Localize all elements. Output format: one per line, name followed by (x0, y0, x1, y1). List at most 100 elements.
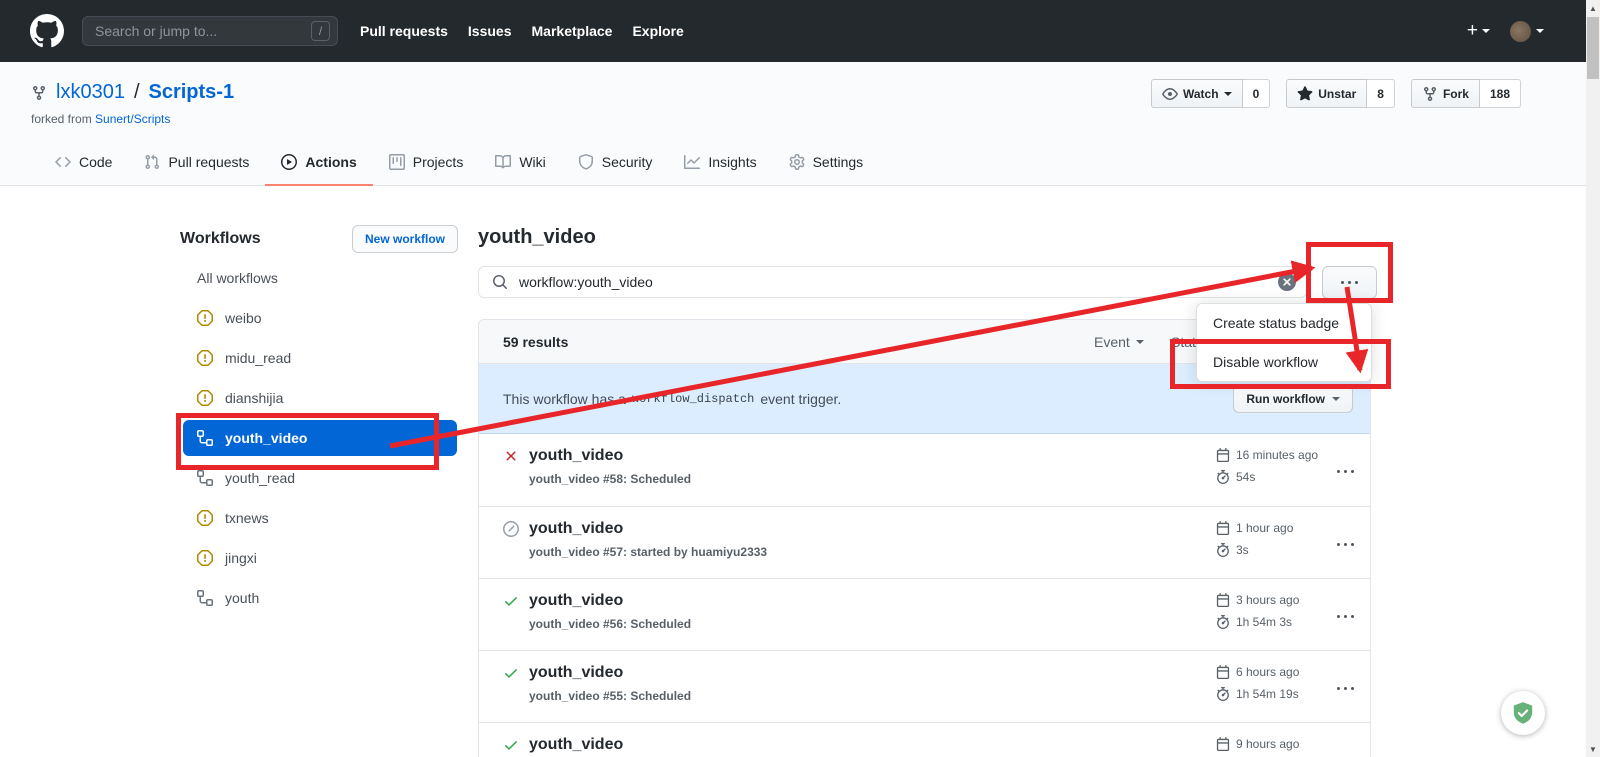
run-meta: 16 minutes ago54s (1216, 447, 1318, 485)
tab-insights[interactable]: Insights (668, 141, 772, 186)
run-time: 16 minutes ago (1236, 448, 1318, 462)
tab-pull-requests[interactable]: Pull requests (128, 141, 265, 186)
adguard-shield-button[interactable] (1501, 691, 1545, 735)
results-count: 59 results (503, 334, 568, 350)
tab-actions[interactable]: Actions (265, 141, 372, 186)
fork-icon (1422, 86, 1438, 102)
alert-icon (197, 510, 213, 526)
repo-unstar-count[interactable]: 8 (1367, 79, 1395, 108)
sidebar-item-label: weibo (225, 310, 262, 326)
repo-forked-icon (31, 85, 47, 101)
tab-wiki[interactable]: Wiki (479, 141, 561, 186)
run-options-button[interactable] (1335, 749, 1356, 757)
run-options-button[interactable] (1335, 605, 1356, 623)
tab-security[interactable]: Security (562, 141, 669, 186)
run-duration: 1h 54m 19s (1236, 687, 1299, 701)
run-workflow-button[interactable]: Run workflow (1233, 385, 1353, 413)
sidebar-item-youth-read[interactable]: youth_read (180, 458, 458, 498)
github-logo-icon[interactable] (30, 14, 64, 48)
run-title-link[interactable]: youth_video (529, 447, 623, 465)
user-menu[interactable] (1510, 21, 1544, 42)
tab-label: Pull requests (168, 154, 249, 170)
run-title-link[interactable]: youth_video (529, 592, 623, 610)
top-navbar: / Pull requestsIssuesMarketplaceExplore … (0, 0, 1600, 62)
run-time-line: 9 hours ago (1216, 736, 1299, 752)
repo-unstar-label: Unstar (1318, 87, 1356, 101)
repo-owner-link[interactable]: lxk0301 (56, 81, 125, 104)
nav-link-pull-requests[interactable]: Pull requests (360, 23, 448, 39)
code-icon (55, 154, 71, 170)
github-actions-page: / Pull requestsIssuesMarketplaceExplore … (0, 0, 1600, 757)
tab-code[interactable]: Code (39, 141, 128, 186)
notice-code: workflow_dispatch (632, 392, 754, 406)
run-title-link[interactable]: youth_video (529, 664, 623, 682)
run-options-button[interactable] (1335, 460, 1356, 478)
run-meta: 3 hours ago1h 54m 3s (1216, 592, 1299, 630)
sidebar-item-label: youth_video (225, 430, 307, 446)
workflow-run-row: youth_video 9 hours ago (479, 722, 1370, 757)
scrollbar-thumb[interactable] (1587, 17, 1599, 79)
workflow-options-button[interactable] (1322, 266, 1377, 299)
sidebar-item-youth[interactable]: youth (180, 578, 458, 618)
gear-icon (789, 154, 805, 170)
repo-unstar-button[interactable]: Unstar (1286, 79, 1367, 108)
search-icon (492, 274, 508, 290)
workflows-heading: Workflows (180, 230, 261, 248)
run-options-button[interactable] (1335, 533, 1356, 551)
repo-fork-label: Fork (1443, 87, 1469, 101)
global-search-input[interactable] (93, 22, 311, 40)
menu-item-disable-workflow[interactable]: Disable workflow (1197, 342, 1371, 381)
nav-link-issues[interactable]: Issues (468, 23, 512, 39)
runs-filter-input[interactable] (517, 273, 1269, 291)
global-search[interactable]: / (82, 16, 338, 46)
alert-icon (197, 550, 213, 566)
scroll-up-arrow[interactable]: ▲ (1586, 0, 1600, 16)
repo-fork-button[interactable]: Fork (1411, 79, 1480, 108)
new-workflow-button[interactable]: New workflow (352, 225, 458, 253)
sidebar-item-all-workflows[interactable]: All workflows (180, 258, 458, 298)
sidebar-item-label: midu_read (225, 350, 291, 366)
sidebar-item-jingxi[interactable]: jingxi (180, 538, 458, 578)
sidebar-item-label: youth (225, 590, 259, 606)
sidebar-item-youth-video[interactable]: youth_video (183, 420, 457, 456)
run-title-link[interactable]: youth_video (529, 736, 623, 754)
sidebar-item-dianshijia[interactable]: dianshijia (180, 378, 458, 418)
repo-watch-button[interactable]: Watch (1151, 79, 1243, 108)
repo-tab-nav: Code Pull requests Actions ProjectsWikiSecu… (39, 141, 879, 186)
fork-source-link[interactable]: Sunert/Scripts (95, 112, 170, 126)
calendar-icon (1216, 665, 1230, 679)
runs-filter[interactable] (478, 266, 1307, 298)
sidebar-item-weibo[interactable]: weibo (180, 298, 458, 338)
shield-check-icon (1510, 700, 1536, 726)
repo-watch-count[interactable]: 0 (1243, 79, 1271, 108)
workflows-sidebar: Workflows New workflow All workflows weib… (180, 225, 458, 618)
run-duration: 1h 54m 3s (1236, 615, 1292, 629)
clear-filter-icon[interactable] (1278, 273, 1296, 291)
tab-label: Actions (305, 154, 356, 170)
tab-label: Code (79, 154, 112, 170)
workflow-run-row: youth_videoyouth_video #57: started by h… (479, 506, 1370, 578)
tab-settings[interactable]: Settings (773, 141, 880, 186)
workflow-icon (197, 470, 213, 486)
sidebar-item-midu-read[interactable]: midu_read (180, 338, 458, 378)
menu-item-create-status-badge[interactable]: Create status badge (1197, 304, 1371, 342)
create-new-button[interactable]: + (1467, 20, 1490, 42)
forked-from-label: forked from (31, 112, 92, 126)
run-meta: 6 hours ago1h 54m 19s (1216, 664, 1299, 702)
run-options-button[interactable] (1335, 677, 1356, 695)
tab-projects[interactable]: Projects (373, 141, 480, 186)
page-scrollbar[interactable]: ▲ ▼ (1586, 0, 1600, 757)
scroll-down-arrow[interactable]: ▼ (1586, 741, 1600, 757)
run-duration-line: 1h 54m 19s (1216, 686, 1299, 702)
workflow-icon (197, 590, 213, 606)
event-filter-dropdown[interactable]: Event (1094, 320, 1144, 364)
avatar (1510, 21, 1531, 42)
nav-link-marketplace[interactable]: Marketplace (532, 23, 613, 39)
sidebar-item-txnews[interactable]: txnews (180, 498, 458, 538)
chevron-down-icon (1332, 397, 1340, 401)
repo-fork-count[interactable]: 188 (1480, 79, 1521, 108)
repo-name-link[interactable]: Scripts-1 (149, 81, 235, 104)
nav-link-explore[interactable]: Explore (632, 23, 683, 39)
forked-from-note: forked from Sunert/Scripts (31, 112, 170, 126)
run-title-link[interactable]: youth_video (529, 520, 623, 538)
